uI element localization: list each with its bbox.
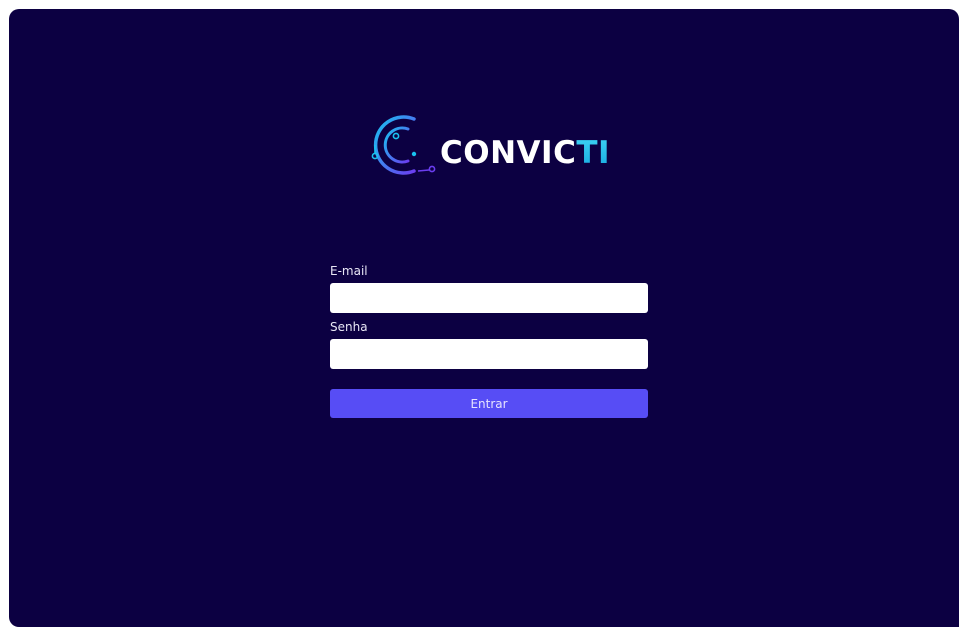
brand-name: CONVIC — [440, 135, 576, 171]
brand-logo: CONVICTI — [362, 107, 618, 179]
login-button[interactable]: Entrar — [330, 389, 648, 418]
email-input[interactable] — [330, 283, 648, 313]
email-label: E-mail — [330, 264, 368, 278]
login-screen: CONVICTI E-mail Senha Entrar — [9, 9, 959, 627]
password-input[interactable] — [330, 339, 648, 369]
brand-name-accent: TI — [576, 135, 610, 171]
login-form: E-mail Senha Entrar — [330, 264, 648, 418]
svg-text:CONVICTI: CONVICTI — [440, 135, 610, 171]
password-label: Senha — [330, 320, 368, 334]
circuit-c-logo-icon: CONVICTI — [371, 115, 610, 175]
